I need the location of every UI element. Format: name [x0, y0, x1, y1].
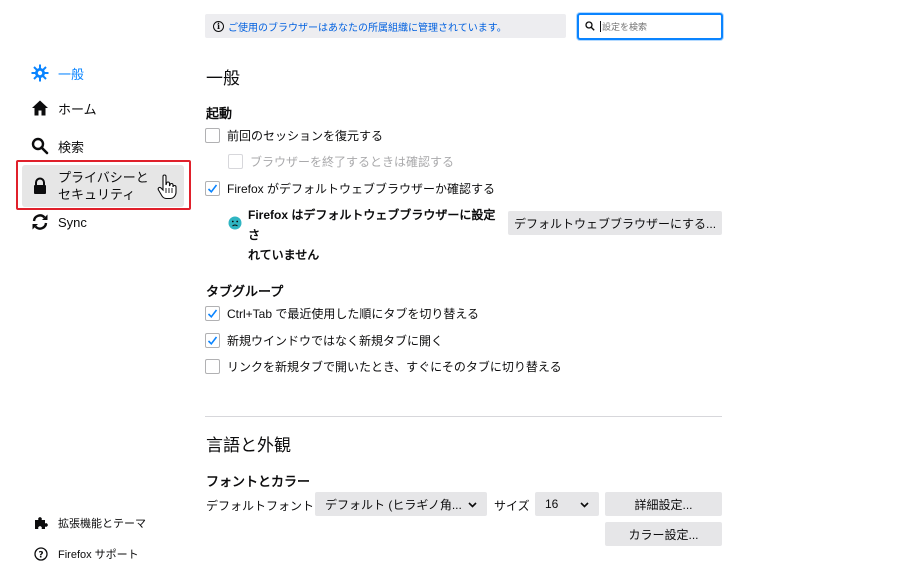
not-default-line1: Firefox はデフォルトウェブブラウザーに設定さ — [248, 208, 496, 242]
sidebar: 一般 ホーム 検索 プライバシーとセキュリティ Sync 拡張機能とテーマ ? … — [0, 0, 195, 588]
ctrl-tab-label: Ctrl+Tab で最近使用した順にタブを切り替える — [227, 307, 479, 321]
checkmark-icon — [207, 309, 218, 319]
sidebar-item-sync[interactable]: Sync — [30, 210, 87, 234]
make-default-button[interactable]: デフォルトウェブブラウザーにする... — [508, 211, 722, 235]
not-default-message: Firefox はデフォルトウェブブラウザーに設定さ れていません — [248, 205, 503, 265]
default-font-label: デフォルトフォント — [206, 499, 315, 513]
sidebar-item-label: 一般 — [58, 66, 85, 82]
tabs-heading: タブグループ — [206, 284, 284, 299]
home-icon — [30, 98, 50, 118]
extensions-themes-link[interactable]: 拡張機能とテーマ — [34, 515, 146, 531]
settings-search-box[interactable]: 設定を検索 — [577, 13, 723, 40]
sidebar-item-label: プライバシーとセキュリティ — [58, 170, 149, 202]
switch-to-tab-option[interactable]: リンクを新規タブで開いたとき、すぐにそのタブに切り替える — [205, 358, 562, 375]
info-icon: i — [213, 20, 224, 32]
firefox-support-label: Firefox サポート — [58, 549, 139, 561]
svg-text:?: ? — [38, 550, 43, 560]
sidebar-item-home[interactable]: ホーム — [30, 96, 97, 120]
font-size-select[interactable]: 16 — [535, 492, 599, 516]
font-size-value: 16 — [545, 497, 559, 511]
restore-session-label: 前回のセッションを復元する — [227, 129, 384, 143]
chevron-down-icon — [580, 497, 589, 511]
switch-to-tab-checkbox[interactable] — [205, 359, 220, 374]
warn-on-quit-label: ブラウザーを終了するときは確認する — [250, 155, 455, 169]
startup-heading: 起動 — [206, 106, 233, 121]
warn-on-quit-option: ブラウザーを終了するときは確認する — [228, 153, 454, 170]
warn-on-quit-checkbox — [228, 154, 243, 169]
policy-notice[interactable]: i ご使用のブラウザーはあなたの所属組織に管理されています。 — [205, 14, 566, 38]
firefox-support-link[interactable]: ? Firefox サポート — [34, 546, 139, 562]
fonts-heading: フォントとカラー — [206, 474, 311, 489]
ctrl-tab-checkbox[interactable] — [205, 306, 220, 321]
sidebar-item-label: 検索 — [58, 139, 85, 155]
open-new-tab-option[interactable]: 新規ウインドウではなく新規タブに開く — [205, 332, 443, 349]
sync-icon — [30, 212, 50, 232]
chevron-down-icon — [468, 497, 477, 511]
gear-icon — [30, 63, 50, 83]
sidebar-item-label: Sync — [58, 214, 87, 230]
language-title: 言語と外観 — [206, 436, 291, 455]
font-size-label: サイズ — [494, 499, 530, 513]
search-icon — [585, 20, 595, 33]
colors-button[interactable]: カラー設定... — [605, 522, 722, 546]
check-default-label: Firefox がデフォルトウェブブラウザーか確認する — [227, 182, 496, 196]
sidebar-item-general[interactable]: 一般 — [30, 61, 84, 85]
lock-icon — [30, 176, 50, 196]
sad-face-icon — [228, 216, 242, 233]
default-font-value: デフォルト (ヒラギノ角... — [325, 497, 462, 512]
restore-session-checkbox[interactable] — [205, 128, 220, 143]
ctrl-tab-option[interactable]: Ctrl+Tab で最近使用した順にタブを切り替える — [205, 305, 479, 322]
check-default-checkbox[interactable] — [205, 181, 220, 196]
sidebar-item-search[interactable]: 検索 — [30, 134, 84, 158]
checkmark-icon — [207, 184, 218, 194]
not-default-line2: れていません — [248, 248, 320, 262]
search-icon — [30, 136, 50, 156]
font-advanced-button[interactable]: 詳細設定... — [605, 492, 722, 516]
help-icon: ? — [34, 547, 48, 561]
section-divider — [205, 416, 722, 417]
default-font-select[interactable]: デフォルト (ヒラギノ角... — [315, 492, 487, 516]
open-new-tab-label: 新規ウインドウではなく新規タブに開く — [227, 334, 444, 348]
puzzle-icon — [34, 516, 48, 530]
restore-session-option[interactable]: 前回のセッションを復元する — [205, 127, 383, 144]
general-title: 一般 — [206, 69, 240, 88]
extensions-themes-label: 拡張機能とテーマ — [58, 518, 146, 530]
switch-to-tab-label: リンクを新規タブで開いたとき、すぐにそのタブに切り替える — [227, 360, 562, 374]
policy-notice-text: ご使用のブラウザーはあなたの所属組織に管理されています。 — [228, 22, 507, 34]
text-caret — [600, 21, 601, 32]
hand-cursor-icon — [156, 174, 178, 203]
check-default-option[interactable]: Firefox がデフォルトウェブブラウザーか確認する — [205, 180, 495, 197]
search-input[interactable]: 設定を検索 — [602, 20, 647, 33]
open-new-tab-checkbox[interactable] — [205, 333, 220, 348]
sidebar-item-label: ホーム — [58, 101, 97, 117]
checkmark-icon — [207, 336, 218, 346]
